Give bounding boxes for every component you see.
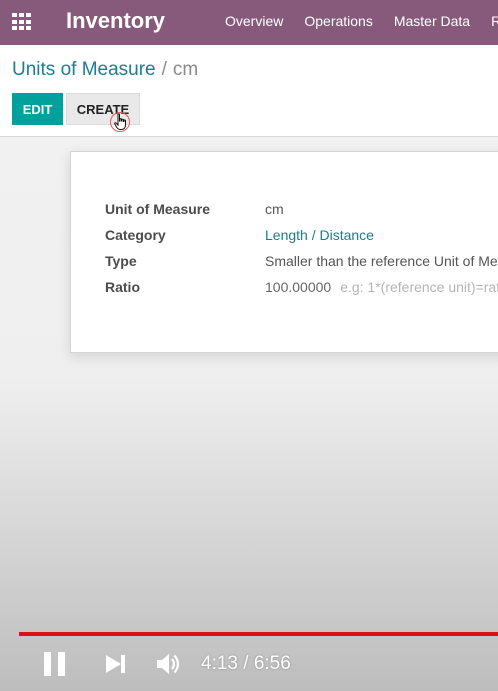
main-menu: Overview Operations Master Data Re xyxy=(225,13,498,29)
form-sheet: Unit of Measure cm Category Length / Dis… xyxy=(70,151,498,353)
pause-icon[interactable] xyxy=(42,650,68,678)
menu-item-master-data[interactable]: Master Data xyxy=(394,13,470,29)
video-time-display: 4:13 / 6:56 xyxy=(201,653,291,674)
hand-pointer-icon xyxy=(114,113,128,134)
skip-next-icon[interactable] xyxy=(104,650,128,678)
breadcrumb: Units of Measure / cm xyxy=(12,59,198,81)
field-row-type: Type Smaller than the reference Unit of … xyxy=(105,253,498,273)
field-label-type: Type xyxy=(105,253,137,269)
apps-grid-icon[interactable] xyxy=(12,13,32,31)
field-value-unit-of-measure: cm xyxy=(265,201,284,217)
field-label-category: Category xyxy=(105,227,166,243)
app-title[interactable]: Inventory xyxy=(66,8,165,34)
menu-item-reporting[interactable]: Re xyxy=(491,13,498,29)
field-row-ratio: Ratio 100.00000 e.g: 1*(reference unit)=… xyxy=(105,279,498,299)
field-label-ratio: Ratio xyxy=(105,279,140,295)
edit-button[interactable]: EDIT xyxy=(12,93,63,125)
field-value-ratio: 100.00000 xyxy=(265,279,332,295)
field-label-unit-of-measure: Unit of Measure xyxy=(105,201,211,217)
video-progress-bar[interactable] xyxy=(19,632,498,636)
top-navbar: Inventory Overview Operations Master Dat… xyxy=(0,0,498,45)
field-value-category-link[interactable]: Length / Distance xyxy=(265,227,374,247)
breadcrumb-current: cm xyxy=(172,59,199,80)
menu-item-overview[interactable]: Overview xyxy=(225,13,283,29)
field-row-unit-of-measure: Unit of Measure cm xyxy=(105,201,284,221)
field-value-type: Smaller than the reference Unit of Mea xyxy=(265,253,498,269)
volume-icon[interactable] xyxy=(155,650,183,678)
field-ratio-placeholder: e.g: 1*(reference unit)=rati xyxy=(340,279,498,295)
field-row-category: Category Length / Distance xyxy=(105,227,374,247)
menu-item-operations[interactable]: Operations xyxy=(304,13,372,29)
breadcrumb-parent-link[interactable]: Units of Measure xyxy=(12,59,156,80)
breadcrumb-separator: / xyxy=(161,59,167,80)
